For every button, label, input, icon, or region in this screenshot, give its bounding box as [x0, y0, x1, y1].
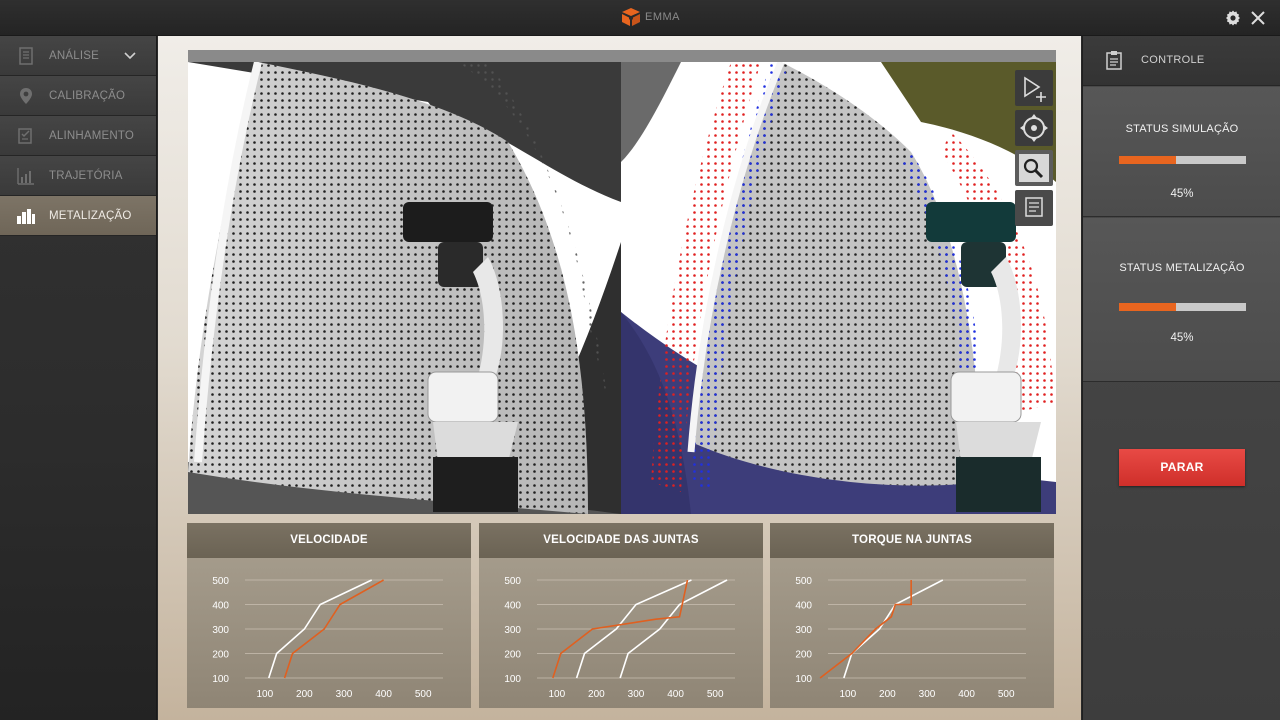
location-pin-icon [20, 88, 32, 104]
y-tick-label: 200 [795, 650, 812, 661]
y-tick-label: 300 [504, 625, 521, 636]
clipboard-icon [1106, 51, 1122, 70]
y-tick-label: 500 [795, 576, 812, 587]
y-tick-label: 400 [212, 601, 229, 612]
chart-body: 100 200 300 400 500 100 200 300 400 500 [770, 558, 1054, 708]
chart-torque-juntas: TORQUE NA JUNTAS 100 200 300 400 500 100 200 30… [770, 523, 1054, 708]
chart-body: 100 200 300 400 500 100 200 300 400 500 [479, 558, 763, 708]
emma-logo-icon [622, 8, 640, 26]
simulation-percent: 45% [1170, 188, 1194, 200]
chart-title: TORQUE NA JUNTAS [770, 523, 1054, 558]
checklist-icon [18, 128, 32, 144]
control-title: CONTROLE [1141, 54, 1205, 66]
x-tick-label: 500 [998, 689, 1015, 700]
x-tick-label: 300 [336, 689, 353, 700]
bars-icon [17, 209, 35, 224]
control-panel: CONTROLE STATUS SIMULAÇÃO 45% STATUS MET… [1082, 36, 1280, 720]
sidebar-item-label: CALIBRAÇÃO [49, 90, 126, 102]
chart-icon [17, 168, 34, 185]
y-tick-label: 300 [795, 625, 812, 636]
x-tick-label: 100 [839, 689, 856, 700]
y-tick-label: 200 [212, 650, 229, 661]
x-tick-label: 400 [667, 689, 684, 700]
pan-icon [1020, 114, 1048, 142]
chart-velocidade: VELOCIDADE 100 200 300 400 500 100 200 300 400 50… [187, 523, 471, 708]
x-tick-label: 100 [256, 689, 273, 700]
status-metallization: STATUS METALIZAÇÃO 45% [1083, 218, 1280, 382]
status-simulation-title: STATUS SIMULAÇÃO [1125, 123, 1239, 135]
3d-viewport[interactable] [188, 62, 1056, 514]
y-tick-label: 300 [212, 625, 229, 636]
sidebar-item-trajetoria[interactable]: TRAJETÓRIA [0, 156, 156, 196]
document-icon [19, 47, 33, 65]
simulation-view-left[interactable] [188, 62, 621, 514]
viewport-toolbar [1012, 70, 1054, 228]
zoom-icon [1019, 154, 1049, 182]
line-chart: 100 200 300 400 500 100 200 300 400 500 [795, 576, 1026, 700]
line-chart: 100 200 300 400 500 100 200 300 400 500 [504, 576, 735, 700]
sidebar-item-calibracao[interactable]: CALIBRAÇÃO [0, 76, 156, 116]
simulation-view-right[interactable] [621, 62, 1056, 514]
y-tick-label: 500 [212, 576, 229, 587]
x-tick-label: 400 [375, 689, 392, 700]
x-tick-label: 200 [296, 689, 313, 700]
sidebar-item-alinhamento[interactable]: ALINHAMENTO [0, 116, 156, 156]
sidebar-item-analise[interactable]: ANÁLISE [0, 36, 156, 76]
chart-title: VELOCIDADE [187, 523, 471, 558]
x-tick-label: 100 [548, 689, 565, 700]
x-tick-label: 500 [415, 689, 432, 700]
sidebar-item-label: ALINHAMENTO [49, 130, 135, 142]
select-move-tool[interactable] [1015, 70, 1053, 106]
stop-button[interactable]: PARAR [1119, 449, 1245, 486]
x-tick-label: 300 [628, 689, 645, 700]
y-tick-label: 100 [795, 674, 812, 685]
metallization-progress-fill [1119, 303, 1177, 311]
control-header: CONTROLE [1083, 36, 1280, 86]
x-tick-label: 200 [588, 689, 605, 700]
viewport-header [188, 50, 1056, 62]
zoom-tool[interactable] [1015, 150, 1053, 186]
main-content: VELOCIDADE 100 200 300 400 500 100 200 300 400 50… [158, 36, 1081, 720]
chart-velocidade-juntas: VELOCIDADE DAS JUNTAS 100 200 300 400 500 100… [479, 523, 763, 708]
close-icon[interactable] [1250, 10, 1266, 26]
sidebar-item-label: TRAJETÓRIA [49, 170, 123, 182]
metallization-progress-bar [1119, 303, 1246, 311]
sidebar-item-label: METALIZAÇÃO [49, 210, 132, 222]
sidebar-item-label: ANÁLISE [49, 50, 99, 62]
y-tick-label: 400 [504, 601, 521, 612]
simulation-progress-bar [1119, 156, 1246, 164]
list-tool[interactable] [1015, 190, 1053, 226]
pan-tool[interactable] [1015, 110, 1053, 146]
title-bar: EMMA [0, 0, 1280, 36]
sidebar: ANÁLISE CALIBRAÇÃO ALINHAMENTO TRAJETÓRI… [0, 36, 157, 720]
status-simulation: STATUS SIMULAÇÃO 45% [1083, 87, 1280, 217]
chevron-down-icon[interactable] [124, 50, 136, 62]
select-move-icon [1024, 76, 1046, 102]
x-tick-label: 400 [958, 689, 975, 700]
y-tick-label: 200 [504, 650, 521, 661]
app-logo: EMMA [620, 6, 680, 28]
app-title: EMMA [645, 11, 680, 23]
sidebar-item-metalizacao[interactable]: METALIZAÇÃO [0, 196, 156, 236]
x-tick-label: 200 [879, 689, 896, 700]
line-chart: 100 200 300 400 500 100 200 300 400 500 [212, 576, 443, 700]
x-tick-label: 500 [707, 689, 724, 700]
y-tick-label: 500 [504, 576, 521, 587]
metallization-percent: 45% [1170, 332, 1194, 344]
y-tick-label: 400 [795, 601, 812, 612]
chart-body: 100 200 300 400 500 100 200 300 400 500 [187, 558, 471, 708]
list-icon [1025, 197, 1043, 217]
y-tick-label: 100 [504, 674, 521, 685]
chart-title: VELOCIDADE DAS JUNTAS [479, 523, 763, 558]
x-tick-label: 300 [919, 689, 936, 700]
simulation-progress-fill [1119, 156, 1177, 164]
gear-icon[interactable] [1225, 10, 1241, 26]
y-tick-label: 100 [212, 674, 229, 685]
status-metallization-title: STATUS METALIZAÇÃO [1119, 262, 1245, 274]
